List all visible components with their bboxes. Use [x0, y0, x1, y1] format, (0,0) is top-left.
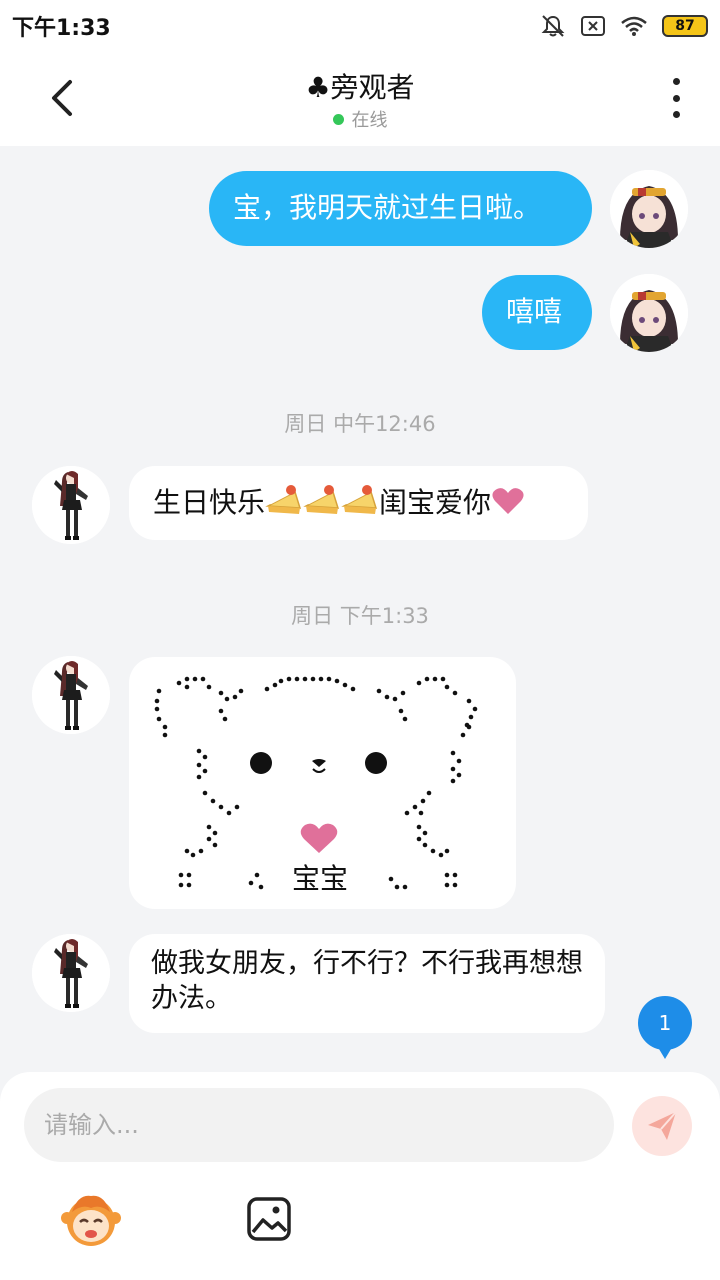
anime-girl-full-body-avatar-icon — [32, 466, 110, 544]
message-input[interactable] — [24, 1088, 614, 1162]
contact-avatar[interactable] — [32, 656, 110, 734]
incoming-message[interactable]: 做我女朋友，行不行？不行我再想想办法。 — [129, 934, 605, 1033]
status-icons: 87 — [540, 13, 708, 39]
dot-icon — [672, 111, 680, 118]
chat-header: ♣旁观者 在线 — [0, 52, 720, 146]
cake-emoji — [341, 485, 378, 514]
incoming-message[interactable]: 生日快乐 闺宝爱你 — [129, 466, 588, 540]
message-timestamp: 周日 中午12:46 — [284, 412, 436, 436]
cake-emoji — [303, 485, 340, 514]
emoji-mascot-icon[interactable] — [60, 1188, 122, 1250]
dot-icon — [672, 94, 680, 102]
contact-name: ♣旁观者 — [305, 71, 415, 104]
heart-emoji — [300, 823, 338, 853]
send-button[interactable] — [632, 1096, 692, 1156]
heart-emoji — [492, 488, 524, 514]
more-options-button[interactable] — [662, 78, 690, 118]
message-text: 嘻嘻 — [506, 295, 563, 328]
anime-girl-avatar-icon — [610, 170, 688, 248]
contact-avatar[interactable] — [32, 934, 110, 1012]
message-text: 做我女朋友，行不行？不行我再想想办法。 — [151, 948, 583, 1015]
message-text: 宝，我明天就过生日啦。 — [233, 191, 542, 224]
online-dot-icon — [332, 114, 344, 125]
sim-icon — [581, 16, 605, 36]
battery-icon: 87 — [662, 15, 708, 37]
status-time: 下午1:33 — [12, 16, 111, 41]
contact-avatar[interactable] — [32, 466, 110, 544]
anime-girl-full-body-avatar-icon — [32, 656, 110, 734]
anime-girl-avatar-icon — [610, 274, 688, 352]
image-picker-icon[interactable] — [246, 1196, 292, 1242]
online-status: 在线 — [0, 106, 720, 132]
dot-icon — [672, 78, 680, 85]
outgoing-message[interactable]: 嘻嘻 — [482, 275, 592, 350]
composer-panel — [0, 1072, 720, 1280]
my-avatar[interactable] — [610, 170, 688, 248]
art-caption: 宝宝 — [292, 862, 349, 895]
message-timestamp: 周日 下午1:33 — [291, 604, 429, 628]
status-bar: 下午1:33 87 — [0, 0, 720, 52]
outgoing-message[interactable]: 宝，我明天就过生日啦。 — [209, 171, 592, 246]
online-status-label: 在线 — [351, 110, 388, 131]
message-text: 闺宝爱你 — [379, 486, 492, 519]
unread-count-badge[interactable]: 1 — [638, 996, 692, 1059]
mute-icon — [541, 15, 565, 37]
message-list[interactable]: 宝，我明天就过生日啦。 嘻嘻 周日 中午12:46 生日快乐 闺宝爱你 周日 下… — [0, 146, 720, 1072]
anime-girl-full-body-avatar-icon — [32, 934, 110, 1012]
wifi-icon — [621, 16, 647, 36]
incoming-art-message[interactable]: 宝宝 — [129, 657, 516, 909]
my-avatar[interactable] — [610, 274, 688, 352]
cake-emoji — [265, 485, 302, 514]
send-icon — [648, 1111, 677, 1140]
message-text: 生日快乐 — [153, 486, 266, 519]
